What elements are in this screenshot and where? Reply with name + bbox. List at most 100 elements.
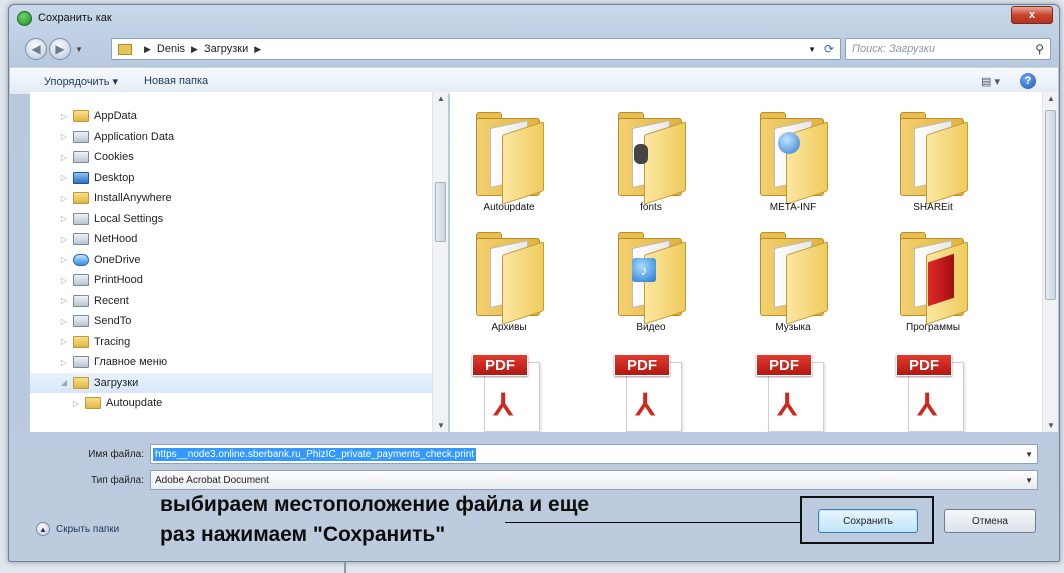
chevron-down-icon[interactable]: ▼: [1025, 450, 1033, 459]
app-icon: [17, 10, 32, 26]
tree-item[interactable]: ▷ Главное меню: [30, 352, 167, 372]
tree-item-label: SendTo: [94, 315, 132, 327]
folder-icon: [476, 232, 546, 325]
tree-item[interactable]: ▷ Tracing: [30, 332, 130, 352]
nav-scrollbar[interactable]: ▲ ▼: [432, 92, 448, 432]
folder-tile[interactable]: Autoupdate: [454, 98, 564, 218]
history-dropdown[interactable]: ▼: [75, 45, 83, 54]
folder-icon: [73, 110, 89, 122]
folder-tile[interactable]: Программы: [878, 218, 988, 338]
address-dropdown[interactable]: ▼: [808, 45, 816, 54]
chevron-right-icon[interactable]: ▶: [191, 44, 198, 55]
new-folder-button[interactable]: Новая папка: [144, 75, 208, 87]
filename-value[interactable]: https__node3.online.sberbank.ru_PhizIC_p…: [153, 447, 477, 461]
background-divider: [344, 562, 346, 573]
annotation-line-2: раз нажимаем "Сохранить": [160, 523, 446, 546]
expand-arrow-icon[interactable]: ▷: [58, 317, 70, 326]
expand-arrow-icon[interactable]: ▷: [58, 337, 70, 346]
tree-item-label: Recent: [94, 294, 129, 307]
tree-item[interactable]: ▷ Cookies: [30, 147, 134, 167]
pdf-file-tile[interactable]: PDF ⅄: [738, 354, 848, 432]
scroll-down-icon[interactable]: ▼: [437, 421, 445, 430]
search-input[interactable]: Поиск: Загрузки ⚲: [845, 38, 1051, 60]
breadcrumb-downloads[interactable]: Загрузки: [204, 43, 248, 55]
folder-label: SHAREit: [913, 202, 953, 213]
folder-tile[interactable]: Архивы: [454, 218, 564, 338]
folder-icon: [118, 43, 132, 55]
expand-arrow-icon[interactable]: ▷: [58, 235, 70, 244]
filetype-row: Тип файла: Adobe Acrobat Document ▼: [80, 470, 1038, 490]
chevron-up-icon: ▲: [36, 522, 50, 536]
refresh-icon[interactable]: ⟳: [824, 42, 834, 56]
acrobat-icon: ⅄: [778, 389, 797, 422]
folder-icon: [900, 232, 970, 325]
hide-folders-toggle[interactable]: ▲ Скрыть папки: [36, 522, 119, 536]
expand-arrow-icon[interactable]: ▷: [58, 276, 70, 285]
expand-arrow-icon[interactable]: ▷: [58, 214, 70, 223]
tree-item[interactable]: ▷ PrintHood: [30, 270, 143, 290]
pdf-badge: PDF: [614, 354, 670, 376]
pdf-file-tile[interactable]: PDF ⅄: [454, 354, 564, 432]
scroll-down-icon[interactable]: ▼: [1047, 421, 1055, 430]
expand-arrow-icon[interactable]: ▷: [58, 358, 70, 367]
pdf-badge: PDF: [472, 354, 528, 376]
folder-tile[interactable]: fonts: [596, 98, 706, 218]
tree-item[interactable]: ▷ OneDrive: [30, 250, 140, 270]
tree-item[interactable]: ▷ Application Data: [30, 127, 174, 147]
files-scrollbar[interactable]: ▲ ▼: [1042, 92, 1058, 432]
chevron-down-icon[interactable]: ▼: [1025, 476, 1033, 485]
expand-arrow-icon[interactable]: ▷: [70, 399, 82, 408]
cancel-button[interactable]: Отмена: [944, 509, 1036, 533]
chevron-right-icon[interactable]: ▶: [254, 44, 261, 55]
folder-tile[interactable]: SHAREit: [878, 98, 988, 218]
expand-arrow-icon[interactable]: ▷: [58, 112, 70, 121]
breadcrumb-denis[interactable]: Denis: [157, 43, 185, 55]
expand-arrow-icon[interactable]: ▷: [58, 296, 70, 305]
music-note-icon: ♪: [632, 258, 656, 282]
forward-button[interactable]: ▶: [49, 38, 71, 60]
organize-menu[interactable]: Упорядочить ▾: [44, 75, 118, 88]
save-button[interactable]: Сохранить: [818, 509, 918, 533]
folder-tile[interactable]: Музыка: [738, 218, 848, 338]
tree-item[interactable]: ▷ Desktop: [30, 168, 134, 188]
filename-field[interactable]: https__node3.online.sberbank.ru_PhizIC_p…: [150, 444, 1038, 464]
tree-item[interactable]: ◢ Загрузки: [30, 372, 440, 393]
tree-item[interactable]: ▷ InstallAnywhere: [30, 188, 172, 208]
scrollbar-thumb[interactable]: [1045, 110, 1056, 300]
pdf-file-tile[interactable]: PDF ⅄: [878, 354, 988, 432]
tree-item[interactable]: ▷ Autoupdate: [30, 393, 162, 413]
back-button[interactable]: ◀: [25, 38, 47, 60]
folder-tile[interactable]: META-INF: [738, 98, 848, 218]
folder-tile[interactable]: ♪ Видео: [596, 218, 706, 338]
tree-item[interactable]: ▷ SendTo: [30, 311, 131, 331]
tree-item[interactable]: ▷ NetHood: [30, 229, 137, 249]
pdf-file-tile[interactable]: PDF ⅄: [596, 354, 706, 432]
navigation-pane: ▷ AppData ▷ Application Data ▷ Cookies ▷ Deskto…: [30, 92, 446, 432]
expand-arrow-icon[interactable]: ▷: [58, 153, 70, 162]
scrollbar-thumb[interactable]: [435, 182, 446, 242]
tree-item-label: Autoupdate: [106, 397, 163, 409]
expand-arrow-icon[interactable]: ▷: [58, 255, 70, 264]
address-bar[interactable]: ▶ Denis ▶ Загрузки ▶ ▼ ⟳: [111, 38, 841, 60]
close-button[interactable]: x: [1011, 6, 1053, 24]
tree-item[interactable]: ▷ Local Settings: [30, 209, 163, 229]
filetype-select[interactable]: Adobe Acrobat Document ▼: [150, 470, 1038, 490]
folder-icon: [73, 376, 89, 389]
folder-label: Видео: [636, 322, 666, 333]
help-icon[interactable]: ?: [1020, 73, 1036, 89]
chevron-right-icon[interactable]: ▶: [144, 44, 151, 55]
filetype-value: Adobe Acrobat Document: [155, 474, 269, 486]
globe-icon: [778, 132, 800, 154]
scroll-up-icon[interactable]: ▲: [437, 94, 445, 103]
scroll-up-icon[interactable]: ▲: [1047, 94, 1055, 103]
search-icon[interactable]: ⚲: [1035, 42, 1044, 56]
tree-item[interactable]: ▷ AppData: [30, 106, 137, 126]
expanded-arrow-icon[interactable]: ◢: [58, 378, 70, 387]
view-options-icon[interactable]: ▤ ▾: [981, 75, 1000, 88]
filename-label: Имя файла:: [88, 448, 144, 460]
pdf-badge: PDF: [756, 354, 812, 376]
expand-arrow-icon[interactable]: ▷: [58, 173, 70, 182]
tree-item[interactable]: ▷ Recent: [30, 291, 129, 311]
expand-arrow-icon[interactable]: ▷: [58, 132, 70, 141]
expand-arrow-icon[interactable]: ▷: [58, 194, 70, 203]
